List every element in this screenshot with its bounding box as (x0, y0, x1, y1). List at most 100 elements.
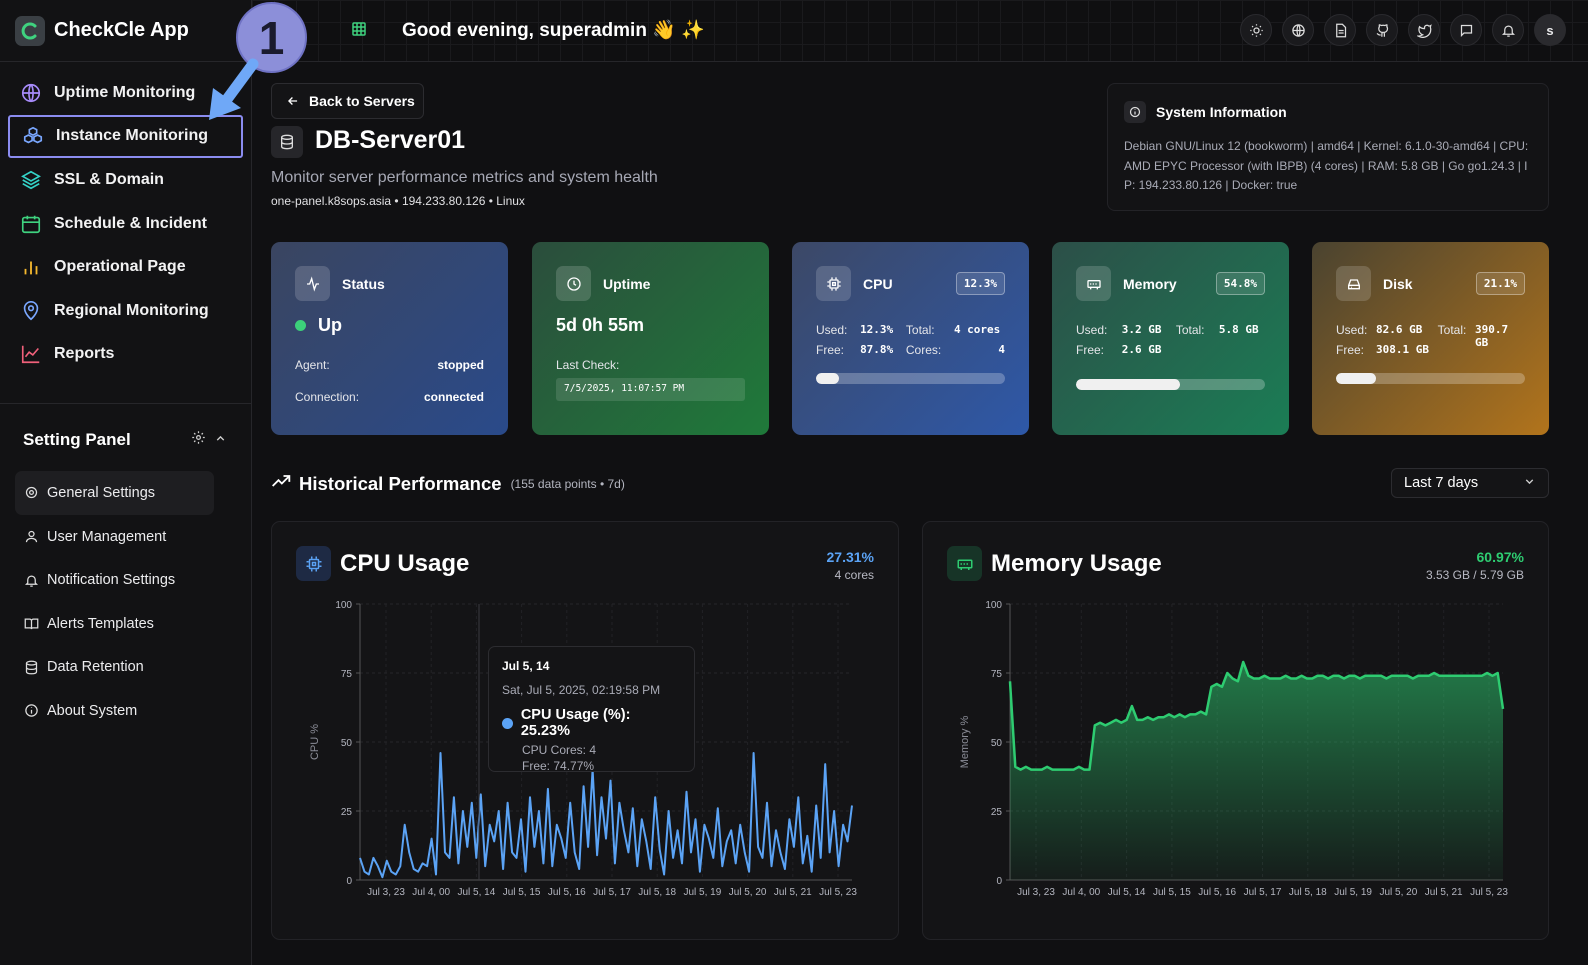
cores-value: 4 (998, 343, 1005, 356)
last-check-value: 7/5/2025, 11:07:57 PM (556, 378, 745, 401)
brand[interactable]: CheckCle App (0, 0, 251, 62)
total-value: 390.7 GB (1475, 323, 1509, 349)
gear-icon[interactable] (191, 430, 206, 450)
github-icon[interactable] (1366, 14, 1398, 46)
memory-pct-badge: 54.8% (1215, 272, 1265, 295)
free-label: Free: (816, 343, 845, 357)
nav-item-regional-monitoring[interactable]: Regional Monitoring (8, 289, 243, 333)
nav-label: Schedule & Incident (54, 214, 207, 232)
settings-item-data-retention[interactable]: Data Retention (15, 646, 214, 690)
info-icon (1124, 101, 1146, 123)
total-label: Total: (1437, 323, 1467, 337)
page-subtitle: Monitor server performance metrics and s… (271, 169, 658, 186)
settings-list: General Settings User Management Notific… (0, 450, 251, 733)
settings-item-general[interactable]: General Settings (15, 471, 214, 515)
memory-icon (1076, 266, 1111, 301)
nav-item-ssl-domain[interactable]: SSL & Domain (8, 158, 243, 202)
settings-item-user-management[interactable]: User Management (15, 515, 214, 559)
time-range-select[interactable]: Last 7 days (1391, 468, 1549, 498)
used-value: 3.2 GB (1121, 323, 1162, 336)
chevron-up-icon[interactable] (214, 430, 227, 450)
nav-label: Operational Page (54, 258, 186, 276)
app-name: CheckCle App (54, 19, 189, 41)
gear-icon (23, 485, 39, 501)
map-pin-icon (20, 300, 42, 322)
card-title: Uptime (603, 275, 651, 292)
bell-icon[interactable] (1492, 14, 1524, 46)
uptime-value: 5d 0h 55m (556, 315, 645, 335)
nav-item-operational-page[interactable]: Operational Page (8, 245, 243, 289)
cpu-panel-stat: 27.31% (826, 549, 874, 565)
globe-icon[interactable] (1282, 14, 1314, 46)
uptime-card: Uptime 5d 0h 55m Last Check: 7/5/2025, 1… (532, 242, 769, 435)
tooltip-cores: CPU Cores: 4 (522, 743, 597, 757)
book-icon (23, 616, 39, 632)
database-icon (271, 126, 303, 158)
nav-item-schedule-incident[interactable]: Schedule & Incident (8, 202, 243, 246)
total-label: Total: (905, 323, 935, 337)
top-actions: s (1240, 14, 1566, 46)
last-check-label: Last Check: (556, 358, 620, 372)
settings-item-label: Data Retention (47, 659, 144, 676)
avatar[interactable]: s (1534, 14, 1566, 46)
historical-header: Historical Performance (155 data points … (271, 471, 625, 496)
activity-icon (295, 266, 330, 301)
agent-label: Agent: (295, 358, 330, 372)
disk-card: Disk 21.1% Used: 82.6 GB Total: 390.7 GB Fr… (1312, 242, 1549, 435)
used-label: Used: (1336, 323, 1368, 337)
disk-progress-bar (1336, 373, 1525, 384)
disk-pct-badge: 21.1% (1475, 272, 1525, 295)
memory-progress-bar (1076, 379, 1265, 390)
settings-item-alerts-templates[interactable]: Alerts Templates (15, 602, 214, 646)
cpu-panel-title: CPU Usage (340, 549, 470, 577)
sun-icon[interactable] (1240, 14, 1272, 46)
tooltip-date: Jul 5, 14 (502, 659, 550, 673)
back-to-servers-button[interactable]: Back to Servers (271, 83, 424, 119)
settings-item-notification[interactable]: Notification Settings (15, 558, 214, 602)
free-value: 87.8% (860, 343, 894, 356)
sysinfo-title: System Information (1156, 104, 1287, 120)
total-label: Total: (1175, 323, 1205, 337)
message-icon[interactable] (1450, 14, 1482, 46)
document-icon[interactable] (1324, 14, 1356, 46)
tooltip-timestamp: Sat, Jul 5, 2025, 02:19:58 PM (502, 683, 661, 697)
cores-label: Cores: (905, 343, 942, 357)
grid-icon[interactable] (352, 22, 366, 41)
info-icon (23, 703, 39, 719)
settings-item-label: User Management (47, 528, 167, 545)
status-dot (295, 320, 306, 331)
nav-label: Instance Monitoring (56, 127, 208, 145)
used-label: Used: (1076, 323, 1108, 337)
memory-usage-panel: Memory Usage 60.97% 3.53 GB / 5.79 GB (922, 521, 1549, 940)
sidebar: CheckCle App Uptime Monitoring Instance … (0, 0, 252, 965)
setting-panel-header[interactable]: Setting Panel (0, 404, 251, 450)
used-label: Used: (816, 323, 848, 337)
card-title: CPU (863, 275, 893, 292)
free-value: 308.1 GB (1376, 343, 1429, 356)
memory-panel-title: Memory Usage (991, 549, 1162, 577)
cpu-card: CPU 12.3% Used: 12.3% Total: 4 cores Free: 8… (792, 242, 1029, 435)
database-icon (23, 659, 39, 675)
annotation-arrow-icon (209, 58, 259, 120)
cpu-chip-icon (296, 546, 331, 581)
total-value: 4 cores (953, 323, 1001, 336)
line-chart-icon (20, 343, 42, 365)
connection-label: Connection: (295, 390, 360, 404)
cpu-progress-bar (816, 373, 1005, 384)
nav-label: Reports (54, 345, 115, 363)
cubes-icon (22, 125, 44, 147)
cpu-panel-sub: 4 cores (834, 568, 874, 582)
settings-item-about-system[interactable]: About System (15, 689, 214, 733)
tooltip-value: CPU Usage (%): 25.23% (520, 707, 631, 739)
page-title: DB-Server01 (315, 126, 466, 154)
nav-item-reports[interactable]: Reports (8, 333, 243, 377)
disk-progress-fill (1336, 373, 1376, 384)
memory-panel-stat: 60.97% (1476, 549, 1524, 565)
back-label: Back to Servers (309, 93, 415, 109)
hard-drive-icon (1336, 266, 1371, 301)
status-value: Up (318, 315, 342, 335)
greeting: Good evening, superadmin 👋 ✨ (402, 20, 705, 41)
twitter-icon[interactable] (1408, 14, 1440, 46)
memory-icon (947, 546, 982, 581)
historical-title: Historical Performance (299, 472, 502, 494)
